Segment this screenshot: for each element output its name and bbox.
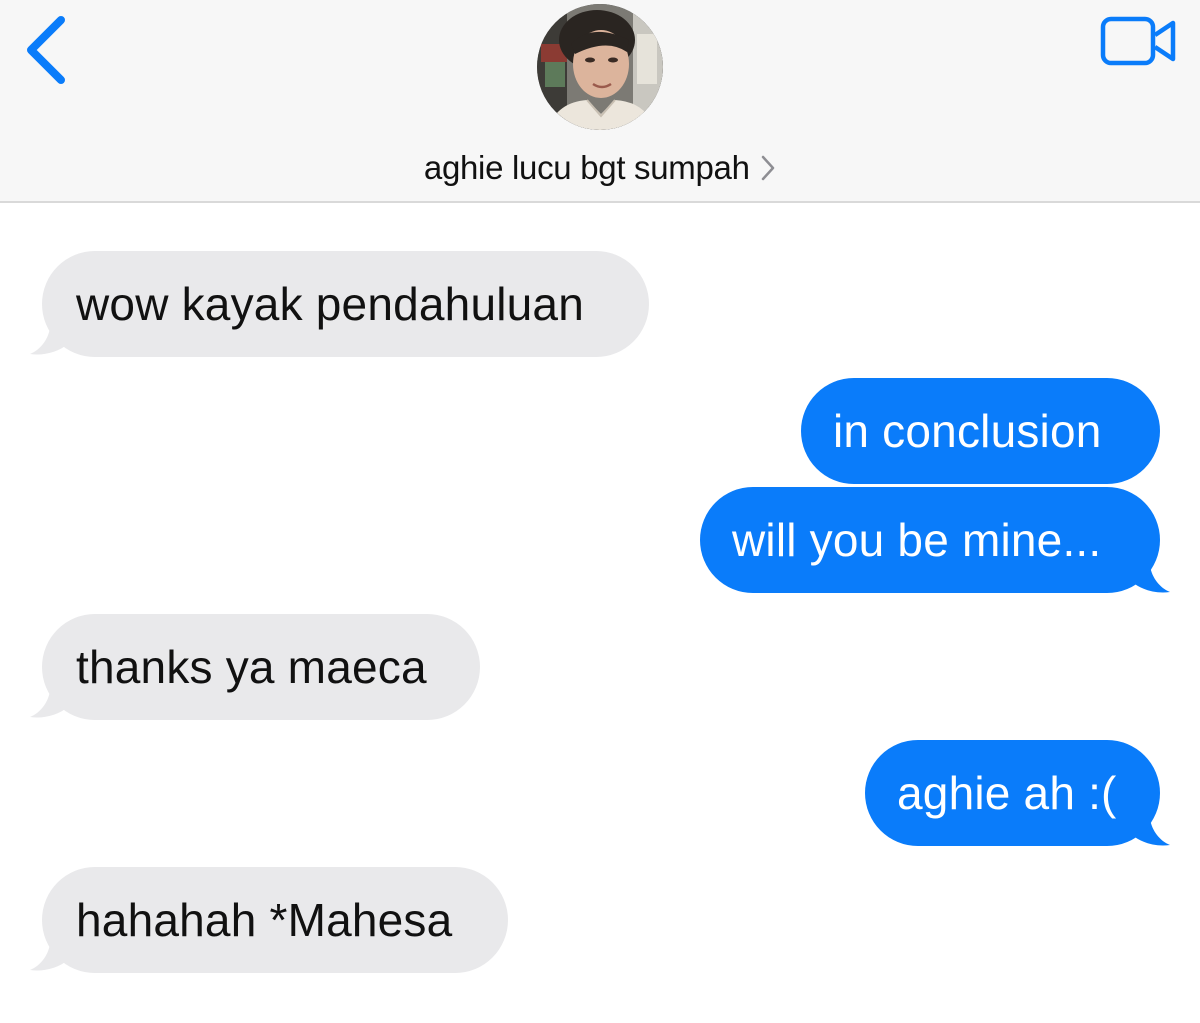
chevron-left-icon: [27, 16, 65, 84]
video-camera-icon: [1100, 16, 1176, 66]
chevron-right-icon: [761, 155, 775, 181]
message-bubble-outgoing[interactable]: aghie ah :(: [865, 740, 1160, 846]
message-text: will you be mine...: [732, 514, 1102, 566]
contact-name: aghie lucu bgt sumpah: [423, 149, 750, 186]
message-text: thanks ya maeca: [76, 641, 427, 693]
message-bubble-incoming[interactable]: wow kayak pendahuluan: [42, 251, 649, 357]
message-bubble-incoming[interactable]: thanks ya maeca: [42, 614, 480, 720]
message-text: wow kayak pendahuluan: [76, 278, 584, 330]
message-bubble-outgoing[interactable]: in conclusion: [801, 378, 1160, 484]
conversation-header: aghie lucu bgt sumpah: [0, 0, 1200, 203]
message-bubble-incoming[interactable]: hahahah *Mahesa: [42, 867, 508, 973]
message-text: hahahah *Mahesa: [76, 894, 453, 946]
contact-photo: [537, 4, 663, 130]
back-button[interactable]: [18, 12, 78, 88]
message-bubble-outgoing[interactable]: will you be mine...: [700, 487, 1160, 593]
contact-avatar[interactable]: [537, 4, 663, 130]
message-text: aghie ah :(: [897, 767, 1117, 819]
video-call-button[interactable]: [1100, 16, 1178, 66]
message-text: in conclusion: [833, 405, 1102, 457]
contact-details-button[interactable]: aghie lucu bgt sumpah: [0, 146, 1200, 190]
